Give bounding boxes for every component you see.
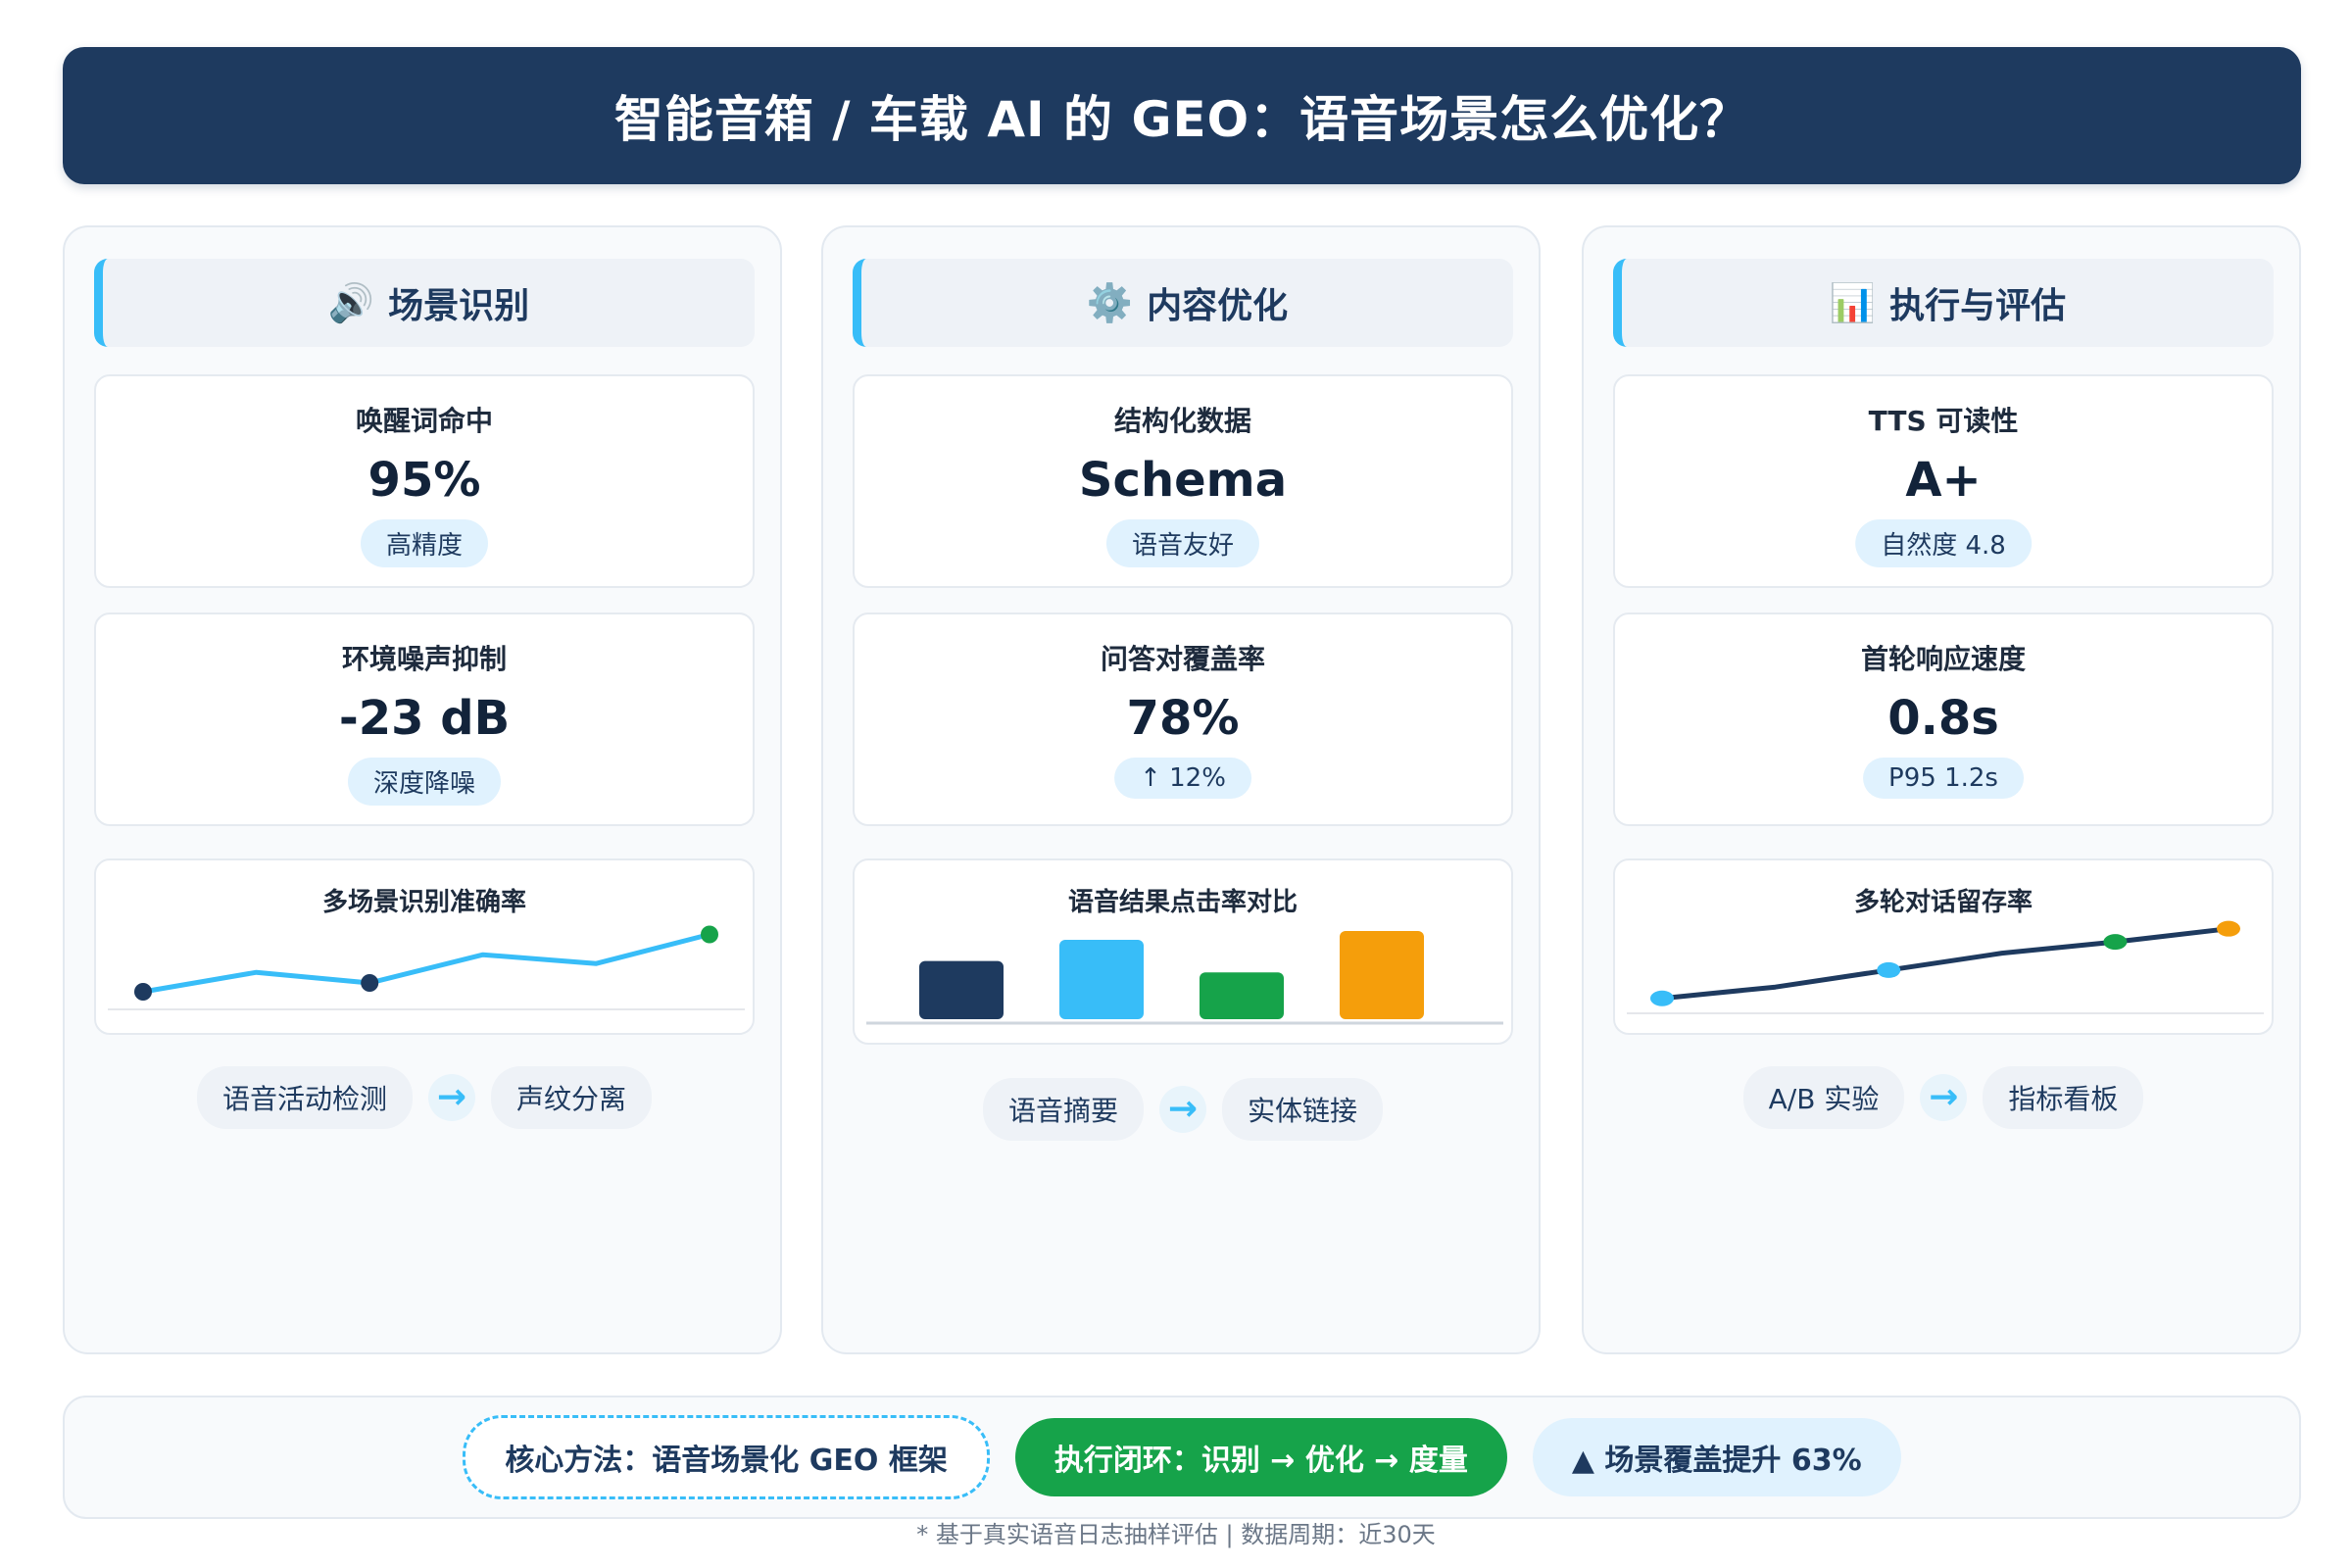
- loop-badge: 执行闭环：识别 → 优化 → 度量: [1014, 1418, 1507, 1496]
- flow-step-chip: 实体链接: [1222, 1078, 1384, 1141]
- data-point: [134, 983, 152, 1001]
- flow-step-chip: 语音摘要: [982, 1078, 1144, 1141]
- column-header: 🔊 场景识别: [94, 259, 755, 347]
- metric-label: 环境噪声抑制: [341, 643, 507, 675]
- arrow-right-icon: →: [1920, 1074, 1968, 1121]
- metric-value: 0.8s: [1887, 691, 1999, 746]
- line-chart-recognition-accuracy: [108, 925, 745, 1010]
- data-point: [701, 925, 718, 944]
- flow-step-chip: A/B 实验: [1742, 1066, 1905, 1129]
- bar: [1200, 972, 1284, 1019]
- metric-badge: P95 1.2s: [1863, 758, 2024, 799]
- flow-step-chip: 指标看板: [1983, 1066, 2144, 1129]
- bar: [1340, 931, 1424, 1019]
- metric-card-qa-coverage: 问答对覆盖率 78% ↑ 12%: [853, 612, 1513, 826]
- metric-card-first-response: 首轮响应速度 0.8s P95 1.2s: [1613, 612, 2274, 826]
- metric-badge: 深度降噪: [347, 758, 502, 806]
- method-badge: 核心方法：语音场景化 GEO 框架: [463, 1415, 990, 1499]
- arrow-right-icon: →: [1159, 1086, 1206, 1133]
- column-title: 执行与评估: [1889, 286, 2067, 326]
- series-line: [1661, 926, 2230, 1002]
- gear-icon: ⚙️: [1086, 281, 1134, 324]
- metric-value: A+: [1905, 453, 1982, 508]
- series-line: [142, 932, 710, 995]
- arrow-right-icon: →: [428, 1074, 475, 1121]
- metric-card-structured-data: 结构化数据 Schema 语音友好: [853, 374, 1513, 588]
- data-point: [361, 974, 379, 992]
- data-point: [2217, 920, 2240, 937]
- data-point: [1877, 961, 1901, 978]
- page-header: 智能音箱 / 车载 AI 的 GEO：语音场景怎么优化？: [63, 47, 2301, 184]
- metric-value: -23 dB: [338, 691, 511, 746]
- column-title: 场景识别: [388, 286, 530, 326]
- bar-chart-click-rate: [866, 931, 1503, 1025]
- data-point: [2103, 934, 2128, 951]
- column-execution-evaluation: 📊 执行与评估 TTS 可读性 A+ 自然度 4.8 首轮响应速度 0.8s P…: [1582, 225, 2301, 1354]
- metric-label: TTS 可读性: [1868, 405, 2019, 437]
- speaker-icon: 🔊: [327, 281, 375, 324]
- metric-card-wake-word: 唤醒词命中 95% 高精度: [94, 374, 755, 588]
- column-header: 📊 执行与评估: [1613, 259, 2274, 347]
- metric-value: Schema: [1078, 453, 1288, 508]
- chart-card-recognition-accuracy: 多场景识别准确率: [94, 858, 755, 1035]
- bar-chart-icon: 📊: [1829, 281, 1877, 324]
- metric-badge: ↑ 12%: [1114, 758, 1251, 799]
- data-point: [1650, 990, 1674, 1006]
- flow-step-chip: 语音活动检测: [196, 1066, 413, 1129]
- bar: [1059, 940, 1144, 1019]
- metric-label: 问答对覆盖率: [1100, 643, 1265, 675]
- line-chart-retention: [1627, 920, 2264, 1014]
- flow-steps: A/B 实验 → 指标看板: [1584, 1066, 2303, 1129]
- chart-card-click-rate: 语音结果点击率对比: [853, 858, 1513, 1045]
- chart-card-retention: 多轮对话留存率: [1613, 858, 2274, 1035]
- metric-badge: 语音友好: [1105, 519, 1260, 567]
- metric-badge: 自然度 4.8: [1855, 519, 2032, 567]
- metric-label: 结构化数据: [1113, 405, 1251, 437]
- metric-value: 78%: [1126, 691, 1240, 746]
- summary-bar: 核心方法：语音场景化 GEO 框架 执行闭环：识别 → 优化 → 度量 ▲ 场景…: [63, 1396, 2301, 1519]
- column-header: ⚙️ 内容优化: [853, 259, 1513, 347]
- metric-badge: 高精度: [360, 519, 489, 567]
- column-content-optimization: ⚙️ 内容优化 结构化数据 Schema 语音友好 问答对覆盖率 78% ↑ 1…: [821, 225, 1541, 1354]
- metric-label: 首轮响应速度: [1860, 643, 2026, 675]
- column-scene-recognition: 🔊 场景识别 唤醒词命中 95% 高精度 环境噪声抑制 -23 dB 深度降噪 …: [63, 225, 782, 1354]
- coverage-badge: ▲ 场景覆盖提升 63%: [1532, 1418, 1901, 1496]
- bar: [919, 960, 1004, 1019]
- metric-value: 95%: [368, 453, 481, 508]
- page-title: 智能音箱 / 车载 AI 的 GEO：语音场景怎么优化？: [613, 91, 1750, 148]
- metric-label: 唤醒词命中: [355, 405, 493, 437]
- flow-step-chip: 声纹分离: [491, 1066, 653, 1129]
- column-title: 内容优化: [1147, 286, 1289, 326]
- flow-steps: 语音摘要 → 实体链接: [823, 1078, 1543, 1141]
- flow-steps: 语音活动检测 → 声纹分离: [65, 1066, 784, 1129]
- metric-card-tts-readability: TTS 可读性 A+ 自然度 4.8: [1613, 374, 2274, 588]
- metric-card-noise-suppression: 环境噪声抑制 -23 dB 深度降噪: [94, 612, 755, 826]
- footnote: * 基于真实语音日志抽样评估 | 数据周期：近30天: [916, 1521, 1436, 1548]
